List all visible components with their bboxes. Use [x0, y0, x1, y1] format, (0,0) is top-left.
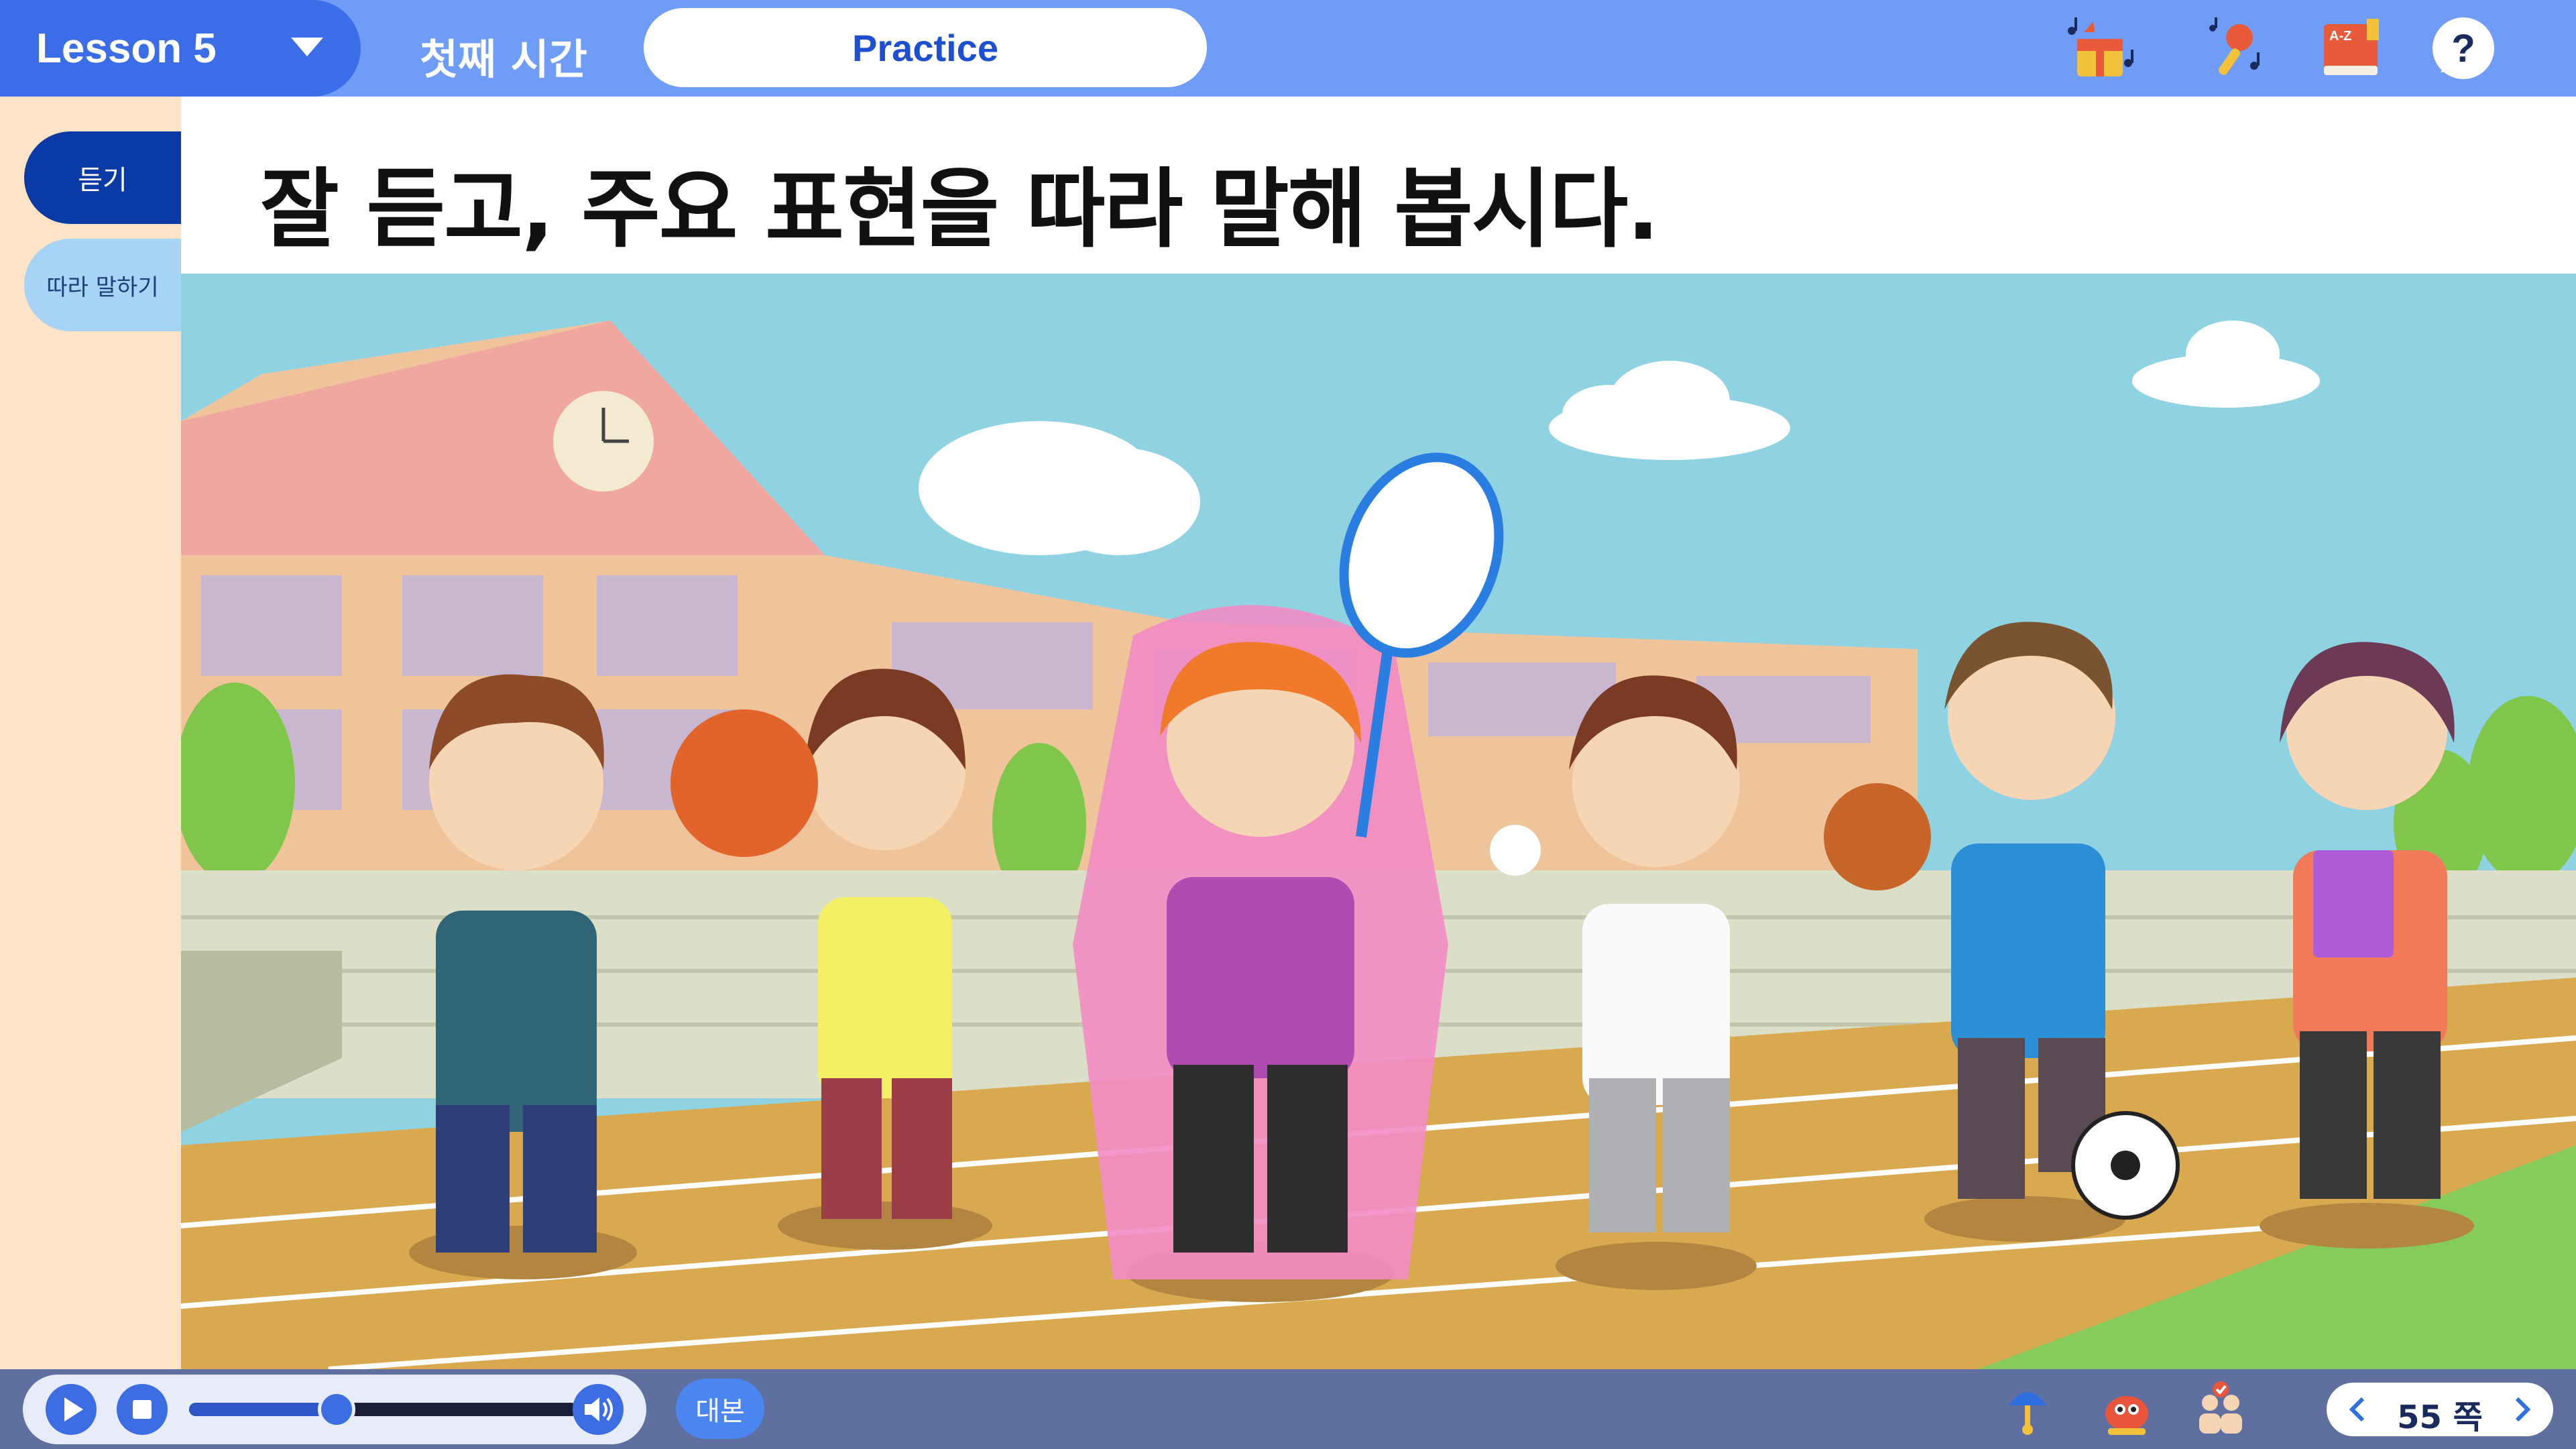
- group-activity-icon[interactable]: [2188, 1376, 2253, 1440]
- stop-icon: [133, 1400, 152, 1419]
- scene-illustration: [181, 274, 2576, 1369]
- script-button[interactable]: 대본: [676, 1379, 764, 1439]
- instruction-bar: 잘 듣고, 주요 표현을 따라 말해 봅시다.: [181, 97, 2576, 274]
- play-icon: [64, 1397, 83, 1422]
- stop-button[interactable]: [117, 1384, 168, 1435]
- volume-icon: [585, 1397, 613, 1422]
- play-button[interactable]: [46, 1384, 97, 1435]
- progress-fill: [189, 1403, 337, 1416]
- dictionary-icon[interactable]: A-Z: [2315, 12, 2387, 84]
- singing-icon[interactable]: [2198, 12, 2270, 84]
- period-label: 첫째 시간: [420, 35, 587, 84]
- instruction-text: 잘 듣고, 주요 표현을 따라 말해 봅시다.: [260, 160, 1659, 259]
- sidenav-item-repeat[interactable]: 따라 말하기: [24, 239, 181, 331]
- progress-handle[interactable]: [318, 1391, 356, 1428]
- lesson-selector[interactable]: Lesson 5: [0, 0, 361, 97]
- school-sports-illustration: [181, 274, 2576, 1369]
- help-icon[interactable]: ?: [2427, 12, 2500, 84]
- music-box-icon[interactable]: [2064, 12, 2136, 84]
- bug-character-icon[interactable]: [2095, 1376, 2159, 1440]
- sidenav-item-listen[interactable]: 듣기: [24, 131, 181, 224]
- dropdown-caret-icon: [291, 38, 323, 56]
- pointer-tool-icon[interactable]: [1995, 1376, 2060, 1440]
- svg-text:?: ?: [2451, 27, 2475, 70]
- chevron-right-icon[interactable]: [2506, 1393, 2538, 1426]
- volume-button[interactable]: [573, 1384, 624, 1435]
- progress-slider[interactable]: [189, 1391, 578, 1428]
- tab-practice[interactable]: Practice: [644, 8, 1207, 87]
- svg-text:A-Z: A-Z: [2329, 29, 2351, 44]
- top-bar: Lesson 5 첫째 시간 Practice A-Z ?: [0, 0, 2576, 97]
- side-nav: 듣기 따라 말하기: [0, 97, 181, 1369]
- audio-player: [23, 1375, 646, 1444]
- page-navigator: 55 쪽: [2327, 1383, 2553, 1436]
- lesson-label: Lesson 5: [36, 25, 217, 72]
